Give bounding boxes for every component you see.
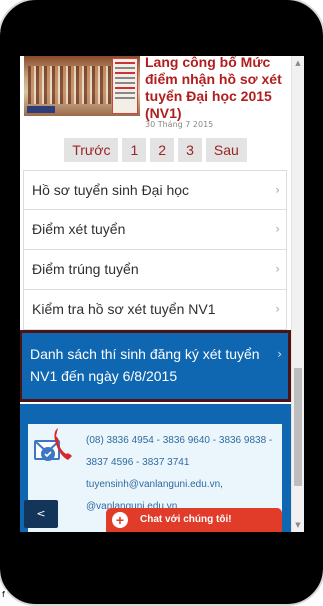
menu-item-danh-sach-thi-sinh[interactable]: Danh sách thí sinh đăng ký xét tuyển NV1…	[20, 330, 291, 402]
scroll-up-arrow-icon[interactable]: ▲	[292, 56, 304, 70]
scroll-down-arrow-icon[interactable]: ▼	[292, 518, 304, 532]
thumbnail-brand	[27, 106, 55, 113]
contact-email-1[interactable]: tuyensinh@vanlanguni.edu.vn,	[86, 474, 282, 496]
chevron-right-icon: ›	[275, 222, 280, 236]
menu-item-label: Điểm trúng tuyển	[32, 261, 139, 277]
back-button[interactable]: <	[24, 500, 58, 528]
corner-mark: f	[0, 590, 7, 600]
menu-item-label: Danh sách thí sinh đăng ký xét tuyển NV1…	[30, 346, 260, 384]
menu-item-diem-xet-tuyen[interactable]: Điểm xét tuyển ›	[23, 210, 287, 250]
chevron-right-icon: ›	[275, 302, 280, 316]
admission-menu: Hồ sơ tuyển sinh Đại học › Điểm xét tuyể…	[20, 170, 291, 402]
vertical-scrollbar[interactable]: ▲ ▼	[291, 56, 304, 532]
contact-text: (08) 3836 4954 - 3836 9640 - 3836 9838 -…	[86, 430, 282, 518]
contact-phones: (08) 3836 4954 - 3836 9640 - 3836 9838 -…	[86, 435, 273, 468]
chevron-right-icon: ›	[275, 183, 280, 197]
menu-item-kiem-tra-ho-so[interactable]: Kiểm tra hồ sơ xét tuyển NV1 ›	[23, 290, 287, 330]
thumbnail-poster	[112, 58, 138, 114]
menu-item-label: Hồ sơ tuyển sinh Đại học	[32, 182, 190, 198]
scrollbar-thumb[interactable]	[294, 368, 302, 486]
plus-icon: +	[112, 512, 128, 528]
menu-item-label: Điểm xét tuyển	[32, 221, 126, 237]
chat-button[interactable]: + Chat với chúng tôi!	[106, 508, 282, 532]
browser-viewport: Lang công bố Mức điểm nhận hồ sơ xét tuy…	[20, 56, 304, 532]
menu-item-ho-so[interactable]: Hồ sơ tuyển sinh Đại học ›	[23, 170, 287, 210]
phone-mail-icon	[32, 426, 76, 468]
menu-item-label: Kiểm tra hồ sơ xét tuyển NV1	[32, 301, 216, 317]
menu-item-diem-trung-tuyen[interactable]: Điểm trúng tuyển ›	[23, 250, 287, 290]
thumbnail-photo	[28, 66, 114, 104]
news-item[interactable]: Lang công bố Mức điểm nhận hồ sơ xét tuy…	[24, 56, 290, 134]
news-title[interactable]: Lang công bố Mức điểm nhận hồ sơ xét tuy…	[145, 56, 291, 122]
pagination: Trước 1 2 3 Sau	[20, 138, 291, 164]
pager-page-2[interactable]: 2	[150, 138, 175, 162]
page-content: Lang công bố Mức điểm nhận hồ sơ xét tuy…	[20, 56, 291, 532]
news-date: 30 Tháng 7 2015	[145, 120, 214, 129]
pager-page-1[interactable]: 1	[122, 138, 147, 162]
news-thumbnail[interactable]	[24, 56, 140, 116]
pager-prev-button[interactable]: Trước	[64, 138, 119, 162]
chevron-right-icon: ›	[277, 347, 282, 361]
chat-label: Chat với chúng tôi!	[140, 514, 232, 525]
pager-page-3[interactable]: 3	[178, 138, 202, 162]
chevron-right-icon: ›	[275, 262, 280, 276]
pager-next-button[interactable]: Sau	[205, 138, 247, 162]
